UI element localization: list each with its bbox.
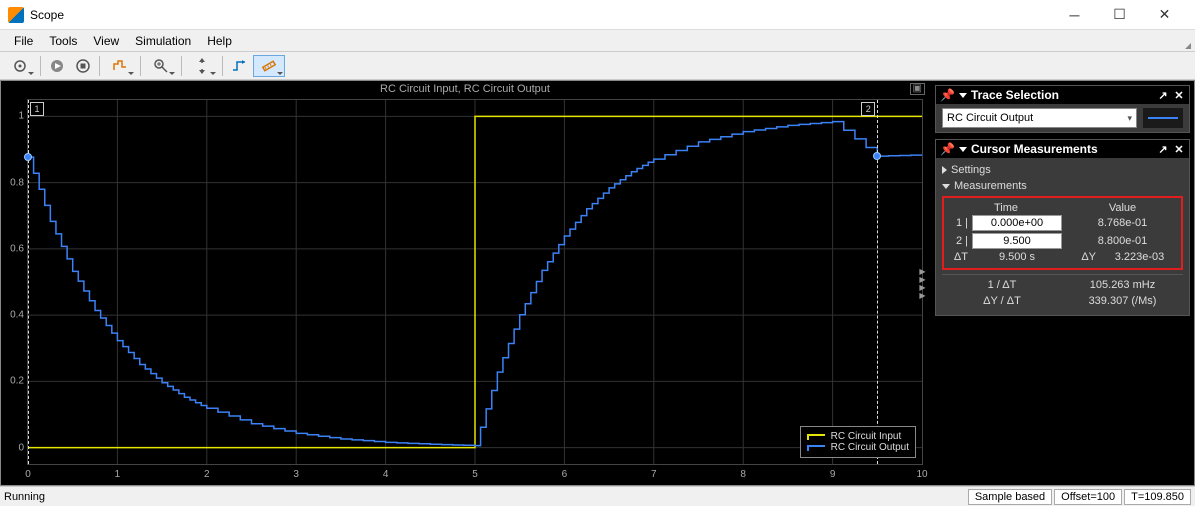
- window-title: Scope: [30, 8, 1052, 22]
- collapse-icon[interactable]: [959, 147, 967, 152]
- y-tick: 0.4: [6, 310, 24, 321]
- delta-t-label: ΔT: [946, 251, 968, 263]
- zoom-button[interactable]: [145, 55, 177, 77]
- measurements-highlight-box: Time Value 1 | 0.000e+00 8.768e-01 2 | 9…: [942, 196, 1183, 270]
- cursor-2-marker[interactable]: [873, 152, 881, 160]
- x-tick: 3: [293, 469, 299, 480]
- menu-tools[interactable]: Tools: [41, 32, 85, 50]
- cursor-1-value: 8.768e-01: [1066, 217, 1179, 229]
- settings-section[interactable]: Settings: [942, 162, 1183, 178]
- cursor-1-label: 1 |: [946, 217, 968, 229]
- close-panel-icon[interactable]: ✕: [1173, 89, 1185, 102]
- expand-panel-icon[interactable]: ▶▶▶▶: [918, 267, 927, 299]
- cursor-2-time-input[interactable]: 9.500: [972, 233, 1062, 249]
- stop-button[interactable]: [71, 55, 95, 77]
- app-icon: [8, 7, 24, 23]
- x-tick: 5: [472, 469, 478, 480]
- y-tick: 0.2: [6, 376, 24, 387]
- x-tick: 10: [916, 469, 927, 480]
- run-button[interactable]: [45, 55, 69, 77]
- triggers-button[interactable]: [227, 55, 251, 77]
- status-time: T=109.850: [1124, 489, 1191, 505]
- undock-icon[interactable]: ↗: [1157, 89, 1169, 102]
- x-tick: 8: [740, 469, 746, 480]
- delta-t-value: 9.500 s: [972, 251, 1062, 263]
- trace-select-dropdown[interactable]: RC Circuit Output ▾: [942, 108, 1137, 128]
- cursor-2-badge[interactable]: 2: [861, 102, 875, 116]
- delta-y-label: ΔY: [1066, 251, 1096, 263]
- cursor-1-badge[interactable]: 1: [30, 102, 44, 116]
- chevron-down-icon: ▾: [1127, 113, 1132, 124]
- trace-color-preview: [1143, 108, 1183, 128]
- menu-bar: File Tools View Simulation Help: [0, 30, 1195, 52]
- sim-status: Running: [4, 491, 45, 503]
- step-button[interactable]: [104, 55, 136, 77]
- legend: RC Circuit Input RC Circuit Output: [800, 426, 916, 458]
- y-tick: 1: [6, 111, 24, 122]
- cursor-1-time-input[interactable]: 0.000e+00: [972, 215, 1062, 231]
- toolbar: [0, 52, 1195, 80]
- minimize-button[interactable]: ─: [1052, 0, 1097, 30]
- status-bar: Running Sample based Offset=100 T=109.85…: [0, 486, 1195, 506]
- cursor-measurements-panel: 📌 Cursor Measurements ↗ ✕ Settings Measu…: [935, 139, 1190, 316]
- slope-label: ΔY / ΔT: [942, 295, 1062, 307]
- y-tick: 0.8: [6, 177, 24, 188]
- inv-dt-value: 105.263 mHz: [1062, 279, 1183, 291]
- pin-icon[interactable]: 📌: [940, 142, 955, 156]
- inv-dt-label: 1 / ΔT: [942, 279, 1062, 291]
- menu-file[interactable]: File: [6, 32, 41, 50]
- status-mode: Sample based: [968, 489, 1052, 505]
- close-button[interactable]: ✕: [1142, 0, 1187, 30]
- x-tick: 0: [25, 469, 31, 480]
- close-panel-icon[interactable]: ✕: [1173, 143, 1185, 156]
- panel-title: Cursor Measurements: [971, 142, 1098, 156]
- trace-selection-panel: 📌 Trace Selection ↗ ✕ RC Circuit Output …: [935, 85, 1190, 133]
- settings-button[interactable]: [4, 55, 36, 77]
- legend-series-2: RC Circuit Output: [831, 442, 909, 453]
- x-tick: 4: [383, 469, 389, 480]
- legend-series-1: RC Circuit Input: [831, 431, 902, 442]
- slope-value: 339.307 (/Ms): [1062, 295, 1183, 307]
- x-tick: 6: [562, 469, 568, 480]
- plot-area[interactable]: ▣ RC Circuit Input, RC Circuit Output: [1, 81, 929, 485]
- plot-canvas[interactable]: 1 2 0 0.2 0.4 0.6 0.8 1 0 1 2 3 4 5 6 7 …: [27, 99, 923, 465]
- menu-view[interactable]: View: [85, 32, 127, 50]
- autoscale-button[interactable]: [186, 55, 218, 77]
- x-tick: 9: [830, 469, 836, 480]
- cursor-2-value: 8.800e-01: [1066, 235, 1179, 247]
- menu-help[interactable]: Help: [199, 32, 240, 50]
- measurements-section[interactable]: Measurements: [942, 178, 1183, 194]
- pin-icon[interactable]: 📌: [940, 88, 955, 102]
- x-tick: 2: [204, 469, 210, 480]
- menu-simulation[interactable]: Simulation: [127, 32, 199, 50]
- panel-title: Trace Selection: [971, 88, 1059, 102]
- col-value: Value: [1066, 202, 1179, 214]
- x-tick: 1: [115, 469, 121, 480]
- col-time: Time: [946, 202, 1066, 214]
- delta-y-value: 3.223e-03: [1100, 251, 1179, 263]
- plot-title: RC Circuit Input, RC Circuit Output: [1, 83, 929, 95]
- status-offset: Offset=100: [1054, 489, 1122, 505]
- y-tick: 0: [6, 442, 24, 453]
- cursor-1-marker[interactable]: [24, 153, 32, 161]
- measurements-button[interactable]: [253, 55, 285, 77]
- menu-corner-icon[interactable]: [1185, 43, 1191, 49]
- undock-icon[interactable]: ↗: [1157, 143, 1169, 156]
- maximize-button[interactable]: ☐: [1097, 0, 1142, 30]
- cursor-2-label: 2 |: [946, 235, 968, 247]
- collapse-icon[interactable]: [959, 93, 967, 98]
- y-tick: 0.6: [6, 243, 24, 254]
- x-tick: 7: [651, 469, 657, 480]
